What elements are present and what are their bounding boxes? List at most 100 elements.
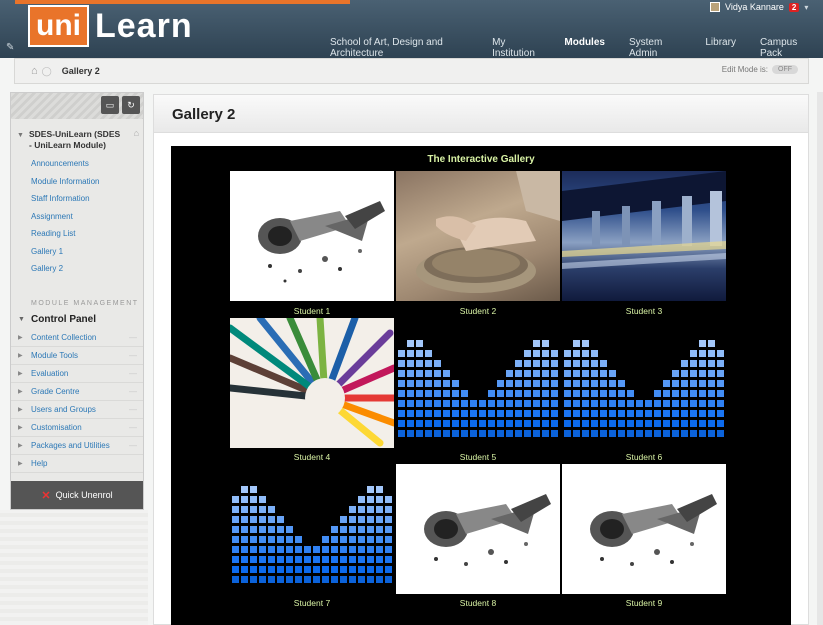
gallery-thumb-student-1[interactable] <box>230 171 394 301</box>
breadcrumb: ⌂ ◯ Gallery 2 Edit Mode is: OFF <box>14 58 809 84</box>
course-title[interactable]: ▼ SDES-UniLearn (SDES - UniLearn Module)… <box>11 119 139 151</box>
cp-item-module-tools[interactable]: ▶ Module Tools — <box>11 347 143 365</box>
colored-pencils-image <box>230 318 394 447</box>
caption-student-5: Student 5 <box>459 452 497 462</box>
expand-arrow-icon: ▶ <box>18 442 23 449</box>
nav-tab-modules[interactable]: Modules <box>552 37 617 59</box>
edit-mode-control: Edit Mode is: OFF <box>722 65 798 74</box>
sidebar-link-announcements[interactable]: Announcements <box>11 155 143 173</box>
cp-item-label: Users and Groups <box>31 404 96 414</box>
nav-tab-library[interactable]: Library <box>693 37 748 59</box>
menu-dash-icon: — <box>129 386 137 396</box>
nav-tab-system-admin[interactable]: System Admin <box>617 37 693 59</box>
course-title-text: SDES-UniLearn (SDES - UniLearn Module) <box>29 129 121 150</box>
scrollbar[interactable] <box>817 92 823 625</box>
page-title: Gallery 2 <box>172 106 236 123</box>
home-icon[interactable]: ⌂ <box>31 65 38 77</box>
sidebar-link-gallery-1[interactable]: Gallery 1 <box>11 243 143 261</box>
caption-student-4: Student 4 <box>293 452 331 462</box>
cp-item-grade-centre[interactable]: ▶ Grade Centre — <box>11 383 143 401</box>
gallery-thumb-student-5[interactable] <box>396 318 560 448</box>
cp-item-help[interactable]: ▶ Help <box>11 455 143 473</box>
tunnel-photo-image <box>562 171 726 269</box>
chevron-down-icon[interactable]: ▾ <box>804 3 808 12</box>
menu-dash-icon: — <box>129 350 137 360</box>
caption-student-1: Student 1 <box>293 306 331 316</box>
sidebar-link-gallery-2[interactable]: Gallery 2 <box>11 260 143 278</box>
user-menu[interactable]: Vidya Kannare 2 ▾ <box>710 2 808 12</box>
gallery-thumb-student-8[interactable] <box>396 464 560 594</box>
expand-arrow-icon: ▶ <box>18 460 23 467</box>
top-header: uni Learn ✎ Vidya Kannare 2 ▾ School of … <box>0 0 823 59</box>
caption-student-9: Student 9 <box>625 598 663 608</box>
gallery-thumb-student-9[interactable] <box>562 464 726 594</box>
collapse-triangle-icon: ▼ <box>18 315 25 323</box>
menu-dash-icon: — <box>129 422 137 432</box>
cp-item-customisation[interactable]: ▶ Customisation — <box>11 419 143 437</box>
gallery-title: The Interactive Gallery <box>427 154 535 165</box>
logo-uni-text: uni <box>28 5 89 47</box>
page-title-bar: Gallery 2 <box>154 95 808 133</box>
equalizer-image <box>564 340 724 437</box>
sidebar-link-reading-list[interactable]: Reading List <box>11 225 143 243</box>
notification-badge[interactable]: 2 <box>788 2 800 12</box>
cp-item-label: Evaluation <box>31 368 69 378</box>
breadcrumb-separator-icon: ◯ <box>41 65 52 76</box>
cp-item-content-collection[interactable]: ▶ Content Collection — <box>11 329 143 347</box>
caption-student-2: Student 2 <box>459 306 497 316</box>
pottery-image <box>416 171 560 293</box>
unilearn-logo[interactable]: uni Learn <box>28 5 193 47</box>
sidebar-link-module-information[interactable]: Module Information <box>11 173 143 191</box>
pencil-shavings-image <box>258 201 385 283</box>
caption-student-7: Student 7 <box>293 598 331 608</box>
logo-learn-text: Learn <box>95 6 193 45</box>
gallery-thumb-student-2[interactable] <box>396 171 560 301</box>
nav-tab-campus-pack[interactable]: Campus Pack <box>748 37 823 59</box>
refresh-icon[interactable]: ↻ <box>122 96 140 114</box>
content-area: Gallery 2 The Interactive Gallery Studen… <box>153 94 809 625</box>
gallery-thumb-student-4[interactable] <box>230 318 394 448</box>
caption-student-6: Student 6 <box>625 452 663 462</box>
expand-arrow-icon: ▶ <box>18 334 23 341</box>
sidebar-link-assignment[interactable]: Assignment <box>11 208 143 226</box>
cp-item-label: Content Collection <box>31 332 97 342</box>
cp-item-label: Customisation <box>31 422 82 432</box>
cp-item-label: Help <box>31 458 48 468</box>
course-menu: ▭ ↻ ▼ SDES-UniLearn (SDES - UniLearn Mod… <box>10 92 144 510</box>
gallery-thumb-student-7[interactable] <box>230 464 394 594</box>
brand-strip <box>15 0 350 4</box>
equalizer-image <box>398 340 558 437</box>
nav-tab-my-institution[interactable]: My Institution <box>480 37 552 59</box>
close-icon: ✕ <box>41 489 51 502</box>
pencil-shavings-image <box>424 494 551 566</box>
pencil-icon[interactable]: ✎ <box>6 42 14 53</box>
course-home-icon[interactable]: ⌂ <box>134 128 139 139</box>
equalizer-image <box>232 486 392 583</box>
module-management-heading: MODULE MANAGEMENT <box>31 299 139 307</box>
control-panel-heading[interactable]: ▼ Control Panel <box>11 314 143 325</box>
expand-arrow-icon: ▶ <box>18 352 23 359</box>
breadcrumb-current: Gallery 2 <box>61 66 100 76</box>
sidebar-link-staff-information[interactable]: Staff Information <box>11 190 143 208</box>
cp-item-label: Packages and Utilities <box>31 440 110 450</box>
quick-unenrol-button[interactable]: ✕ Quick Unenrol <box>11 481 143 509</box>
sidebar-background <box>0 510 148 625</box>
cp-item-users-and-groups[interactable]: ▶ Users and Groups — <box>11 401 143 419</box>
menu-display-icon[interactable]: ▭ <box>101 96 119 114</box>
avatar <box>710 2 720 12</box>
gallery-thumb-student-3[interactable] <box>562 171 726 301</box>
expand-arrow-icon: ▶ <box>18 424 23 431</box>
cp-item-evaluation[interactable]: ▶ Evaluation — <box>11 365 143 383</box>
interactive-gallery: The Interactive Gallery Student 1 Studen… <box>171 146 791 625</box>
quick-unenrol-label: Quick Unenrol <box>55 490 113 500</box>
control-panel-label: Control Panel <box>31 313 97 325</box>
cp-item-packages-and-utilities[interactable]: ▶ Packages and Utilities — <box>11 437 143 455</box>
nav-tab-school[interactable]: School of Art, Design and Architecture <box>318 37 480 59</box>
menu-toolbar: ▭ ↻ <box>11 93 143 119</box>
expand-arrow-icon: ▶ <box>18 370 23 377</box>
gallery-thumb-student-6[interactable] <box>562 318 726 448</box>
user-name: Vidya Kannare <box>725 2 784 12</box>
collapse-triangle-icon[interactable]: ▼ <box>17 130 24 141</box>
edit-mode-label: Edit Mode is: <box>721 65 768 74</box>
edit-mode-toggle[interactable]: OFF <box>772 65 798 74</box>
